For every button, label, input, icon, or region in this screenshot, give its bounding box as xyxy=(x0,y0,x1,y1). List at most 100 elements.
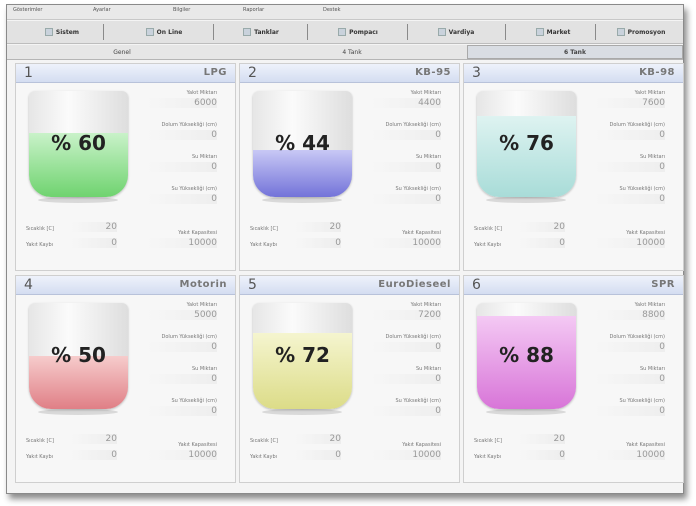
tab-4-tank[interactable]: 4 Tank xyxy=(237,45,467,59)
toolbar-divider xyxy=(103,24,104,40)
tanklar-button[interactable]: Tanklar xyxy=(221,25,301,39)
promosyon-icon xyxy=(616,28,625,36)
menu-item-destek[interactable]: Destek xyxy=(323,7,340,13)
toolbar: Sistem On Line Tanklar Pompacı Vardiya M… xyxy=(7,21,683,44)
tank-number: 1 xyxy=(24,65,33,81)
product-amount-value: 8800 xyxy=(595,310,665,320)
gauge-shadow xyxy=(486,197,566,203)
water-amount-value: 0 xyxy=(371,374,441,384)
tank-header: 6 SPR xyxy=(464,276,683,295)
fuel-loss-value: 0 xyxy=(71,238,117,248)
fuel-loss-label: Yakıt Kaybı xyxy=(250,454,278,460)
vardiya-button[interactable]: Vardiya xyxy=(411,25,501,39)
sistem-label: Sistem xyxy=(55,28,80,36)
tank-card[interactable]: 5 EuroDieseel % 72 Yakıt Miktarı 7200 Dolum Y… xyxy=(239,275,460,483)
product-amount-value: 7200 xyxy=(371,310,441,320)
tank-level-gauge: % 76 xyxy=(477,91,576,197)
temperature-value: 20 xyxy=(71,434,117,444)
capacity-value: 10000 xyxy=(595,238,665,248)
product-amount-value: 5000 xyxy=(147,310,217,320)
tank-level-gauge: % 88 xyxy=(477,303,576,409)
water-amount-label: Su Miktarı xyxy=(640,366,665,372)
water-amount-label: Su Miktarı xyxy=(416,366,441,372)
market-label: Market xyxy=(546,28,571,36)
tank-product-name: SPR xyxy=(651,279,675,290)
tank-header: 3 KB-98 xyxy=(464,64,683,83)
gauge-shadow xyxy=(38,197,118,203)
water-amount-value: 0 xyxy=(595,162,665,172)
tank-level-percent: % 60 xyxy=(51,131,106,155)
water-height-label: Su Yüksekliği (cm) xyxy=(619,398,665,404)
water-height-label: Su Yüksekliği (cm) xyxy=(171,398,217,404)
temperature-value: 20 xyxy=(71,222,117,232)
market-icon xyxy=(535,28,544,36)
capacity-label: Yakıt Kapasitesi xyxy=(402,230,441,236)
water-amount-label: Su Miktarı xyxy=(192,366,217,372)
tab-6-tank[interactable]: 6 Tank xyxy=(467,45,683,59)
promosyon-button[interactable]: Promosyon xyxy=(599,25,683,39)
water-amount-value: 0 xyxy=(147,162,217,172)
toolbar-divider xyxy=(407,24,408,40)
toolbar-divider xyxy=(505,24,506,40)
tank-level-percent: % 44 xyxy=(275,131,330,155)
capacity-label: Yakıt Kapasitesi xyxy=(178,442,217,448)
tab-genel[interactable]: Genel xyxy=(7,45,237,59)
gauge-shadow xyxy=(486,409,566,415)
tank-card[interactable]: 6 SPR % 88 Yakıt Miktarı 8800 Dolum Yüksekliğ… xyxy=(463,275,684,483)
tank-level-percent: % 72 xyxy=(275,343,330,367)
tank-card[interactable]: 2 KB-95 % 44 Yakıt Miktarı 4400 Dolum Yüksekl… xyxy=(239,63,460,271)
pompaci-button[interactable]: Pompacı xyxy=(313,25,403,39)
tank-level-percent: % 76 xyxy=(499,131,554,155)
fuel-loss-label: Yakıt Kaybı xyxy=(26,242,54,248)
tank-level-gauge: % 44 xyxy=(253,91,352,197)
capacity-value: 10000 xyxy=(147,238,217,248)
temperature-label: Sıcaklık [C] xyxy=(26,226,54,232)
tank-level-percent: % 88 xyxy=(499,343,554,367)
online-button[interactable]: On Line xyxy=(119,25,209,39)
gauge-shadow xyxy=(262,409,342,415)
tank-number: 6 xyxy=(472,277,481,293)
capacity-value: 10000 xyxy=(147,450,217,460)
menu-bar: Gösterimler Ayarlar Bilgiler Raporlar De… xyxy=(7,5,683,20)
sistem-button[interactable]: Sistem xyxy=(27,25,97,39)
tank-header: 4 Motorin xyxy=(16,276,235,295)
water-height-label: Su Yüksekliği (cm) xyxy=(395,398,441,404)
product-amount-value: 7600 xyxy=(595,98,665,108)
fuel-height-value: 0 xyxy=(595,342,665,352)
online-icon xyxy=(145,28,154,36)
tank-number: 4 xyxy=(24,277,33,293)
capacity-label: Yakıt Kapasitesi xyxy=(626,230,665,236)
tank-product-name: EuroDieseel xyxy=(378,279,451,290)
water-amount-value: 0 xyxy=(595,374,665,384)
toolbar-divider xyxy=(595,24,596,40)
product-amount-label: Yakıt Miktarı xyxy=(186,90,217,96)
menu-item-raporlar[interactable]: Raporlar xyxy=(243,7,264,13)
temperature-label: Sıcaklık [C] xyxy=(250,438,278,444)
capacity-label: Yakıt Kapasitesi xyxy=(178,230,217,236)
product-amount-label: Yakıt Miktarı xyxy=(634,302,665,308)
fuel-loss-label: Yakıt Kaybı xyxy=(250,242,278,248)
gauge-shadow xyxy=(262,197,342,203)
menu-item-bilgiler[interactable]: Bilgiler xyxy=(173,7,190,13)
temperature-label: Sıcaklık [C] xyxy=(26,438,54,444)
fuel-height-label: Dolum Yüksekliği (cm) xyxy=(385,122,441,128)
fuel-loss-label: Yakıt Kaybı xyxy=(26,454,54,460)
tank-card[interactable]: 1 LPG % 60 Yakıt Miktarı 6000 Dolum Yüksekliğ… xyxy=(15,63,236,271)
menu-item-ayarlar[interactable]: Ayarlar xyxy=(93,7,111,13)
temperature-value: 20 xyxy=(295,434,341,444)
fuel-height-value: 0 xyxy=(595,130,665,140)
gauge-shadow xyxy=(38,409,118,415)
capacity-label: Yakıt Kapasitesi xyxy=(626,442,665,448)
fuel-height-label: Dolum Yüksekliği (cm) xyxy=(609,334,665,340)
tank-card[interactable]: 3 KB-98 % 76 Yakıt Miktarı 7600 Dolum Yüksekl… xyxy=(463,63,684,271)
temperature-label: Sıcaklık [C] xyxy=(474,226,502,232)
sistem-icon xyxy=(44,28,53,36)
promosyon-label: Promosyon xyxy=(627,28,666,36)
temperature-value: 20 xyxy=(519,434,565,444)
fuel-loss-label: Yakıt Kaybı xyxy=(474,242,502,248)
product-amount-label: Yakıt Miktarı xyxy=(410,302,441,308)
tank-card[interactable]: 4 Motorin % 50 Yakıt Miktarı 5000 Dolum Yükse… xyxy=(15,275,236,483)
fuel-loss-label: Yakıt Kaybı xyxy=(474,454,502,460)
market-button[interactable]: Market xyxy=(513,25,593,39)
menu-item-gosterimler[interactable]: Gösterimler xyxy=(13,7,42,13)
